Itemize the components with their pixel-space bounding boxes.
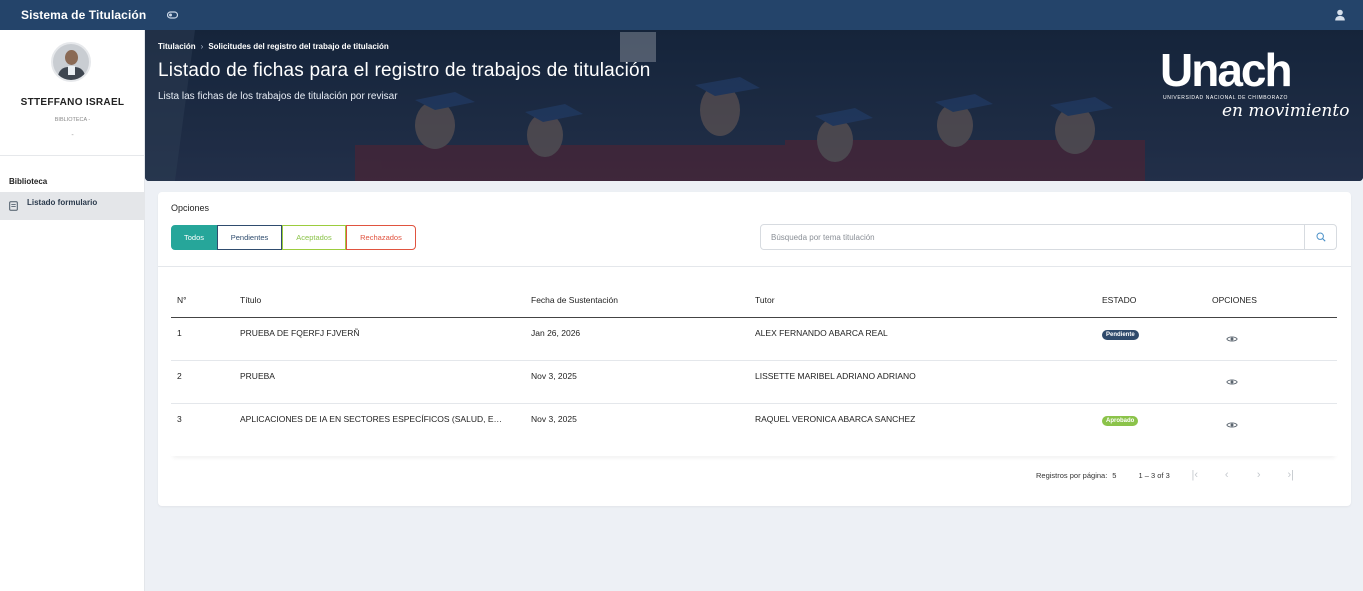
logo-tagline: en movimiento bbox=[1222, 101, 1350, 121]
cell-titulo: APLICACIONES DE IA EN SECTORES ESPECÍFIC… bbox=[240, 413, 502, 424]
cell-numero: 1 bbox=[171, 317, 234, 361]
status-badge: Pendiente bbox=[1102, 329, 1139, 340]
filter-todos-button[interactable]: Todos bbox=[171, 225, 217, 250]
filter-aceptados-button[interactable]: Aceptados bbox=[282, 225, 346, 250]
eye-icon[interactable] bbox=[1226, 421, 1238, 429]
table-row: 1 PRUEBA DE FQERFJ FJVERÑ Jan 26, 2026 A… bbox=[171, 317, 1337, 361]
content-card: Opciones Todos Pendientes Aceptados Rech… bbox=[158, 192, 1351, 506]
unach-logo: Unach UNIVERSIDAD NACIONAL DE CHIMBORAZO… bbox=[1160, 44, 1350, 134]
sidebar: STTEFFANO ISRAEL BIBLIOTECA - - Bibliote… bbox=[0, 30, 145, 591]
chevron-right-icon: › bbox=[200, 42, 204, 51]
paginator: Registros por página: 5 1 – 3 of 3 |‹ ‹ … bbox=[1036, 468, 1298, 482]
user-role: BIBLIOTECA - bbox=[54, 117, 91, 123]
avatar bbox=[51, 42, 91, 82]
search-box bbox=[760, 224, 1337, 250]
column-header-opciones: OPCIONES bbox=[1206, 283, 1337, 318]
search-button[interactable] bbox=[1304, 225, 1336, 249]
previous-page-icon[interactable]: ‹ bbox=[1220, 468, 1234, 482]
top-bar: Sistema de Titulación bbox=[0, 0, 1363, 30]
status-badge: Aprobado bbox=[1102, 415, 1139, 426]
table-shadow bbox=[171, 450, 1337, 456]
column-header-tutor[interactable]: Tutor bbox=[749, 283, 1096, 318]
sidebar-item-listado-formulario[interactable]: Listado formulario bbox=[0, 192, 145, 220]
user-icon[interactable] bbox=[1333, 8, 1347, 22]
page-range-label: 1 – 3 of 3 bbox=[1138, 470, 1170, 480]
page-title: Listado de fichas para el registro de tr… bbox=[158, 60, 651, 81]
table-row: 2 PRUEBA Nov 3, 2025 LISSETTE MARIBEL AD… bbox=[171, 360, 1337, 404]
cell-fecha: Jan 26, 2026 bbox=[525, 317, 749, 361]
first-page-icon[interactable]: |‹ bbox=[1188, 468, 1202, 482]
sidebar-section-title: Biblioteca bbox=[9, 177, 48, 186]
rows-per-page-label: Registros por página: bbox=[1036, 470, 1108, 480]
column-header-numero[interactable]: N° bbox=[171, 283, 234, 318]
table-header-row: N° Título Fecha de Sustentación Tutor ES… bbox=[171, 283, 1337, 318]
eye-icon[interactable] bbox=[1226, 335, 1238, 343]
cell-titulo: PRUEBA DE FQERFJ FJVERÑ bbox=[240, 327, 360, 338]
cell-fecha: Nov 3, 2025 bbox=[525, 360, 749, 404]
cell-tutor: RAQUEL VERONICA ABARCA SANCHEZ bbox=[755, 413, 916, 424]
app-brand[interactable]: Sistema de Titulación bbox=[0, 8, 147, 22]
card-divider bbox=[158, 266, 1351, 267]
column-header-fecha[interactable]: Fecha de Sustentación bbox=[525, 283, 749, 318]
column-header-titulo[interactable]: Título bbox=[234, 283, 525, 318]
solicitudes-table: N° Título Fecha de Sustentación Tutor ES… bbox=[171, 283, 1337, 446]
document-icon bbox=[9, 201, 18, 211]
cell-fecha: Nov 3, 2025 bbox=[531, 413, 577, 424]
cell-titulo: PRUEBA bbox=[240, 370, 275, 381]
cell-tutor: LISSETTE MARIBEL ADRIANO ADRIANO bbox=[749, 360, 1096, 404]
filter-pendientes-button[interactable]: Pendientes bbox=[217, 225, 282, 250]
search-input[interactable] bbox=[761, 225, 1304, 249]
sidebar-divider bbox=[0, 155, 145, 156]
breadcrumb: Titulación › Solicitudes del registro del … bbox=[158, 42, 389, 51]
page-subtitle: Lista las fichas de los trabajos de titu… bbox=[158, 91, 398, 102]
user-extra: - bbox=[71, 132, 74, 139]
next-page-icon[interactable]: › bbox=[1252, 468, 1266, 482]
eye-icon[interactable] bbox=[1226, 378, 1238, 386]
breadcrumb-item: Solicitudes del registro del trabajo de … bbox=[208, 42, 389, 51]
column-header-estado: ESTADO bbox=[1096, 283, 1206, 318]
table-row: 3 APLICACIONES DE IA EN SECTORES ESPECÍF… bbox=[171, 403, 1337, 446]
rows-per-page-select[interactable]: 5 bbox=[1112, 471, 1116, 480]
hero-banner: Titulación › Solicitudes del registro del … bbox=[145, 30, 1363, 181]
sidebar-item-label: Listado formulario bbox=[27, 197, 98, 207]
breadcrumb-item[interactable]: Titulación bbox=[158, 42, 196, 51]
user-name: STTEFFANO ISRAEL bbox=[20, 97, 125, 108]
last-page-icon[interactable]: ›| bbox=[1284, 468, 1298, 482]
sidebar-toggle-icon[interactable] bbox=[165, 8, 179, 22]
filter-rechazados-button[interactable]: Rechazados bbox=[346, 225, 416, 250]
status-filter-group: Todos Pendientes Aceptados Rechazados bbox=[171, 225, 416, 250]
cell-numero: 2 bbox=[171, 360, 234, 404]
app-title: Sistema de Titulación bbox=[21, 8, 147, 22]
options-label: Opciones bbox=[171, 203, 210, 213]
search-icon bbox=[1315, 232, 1326, 242]
cell-tutor: ALEX FERNANDO ABARCA REAL bbox=[749, 317, 1096, 361]
logo-main-text: Unach bbox=[1160, 44, 1293, 96]
cell-numero: 3 bbox=[177, 413, 182, 424]
